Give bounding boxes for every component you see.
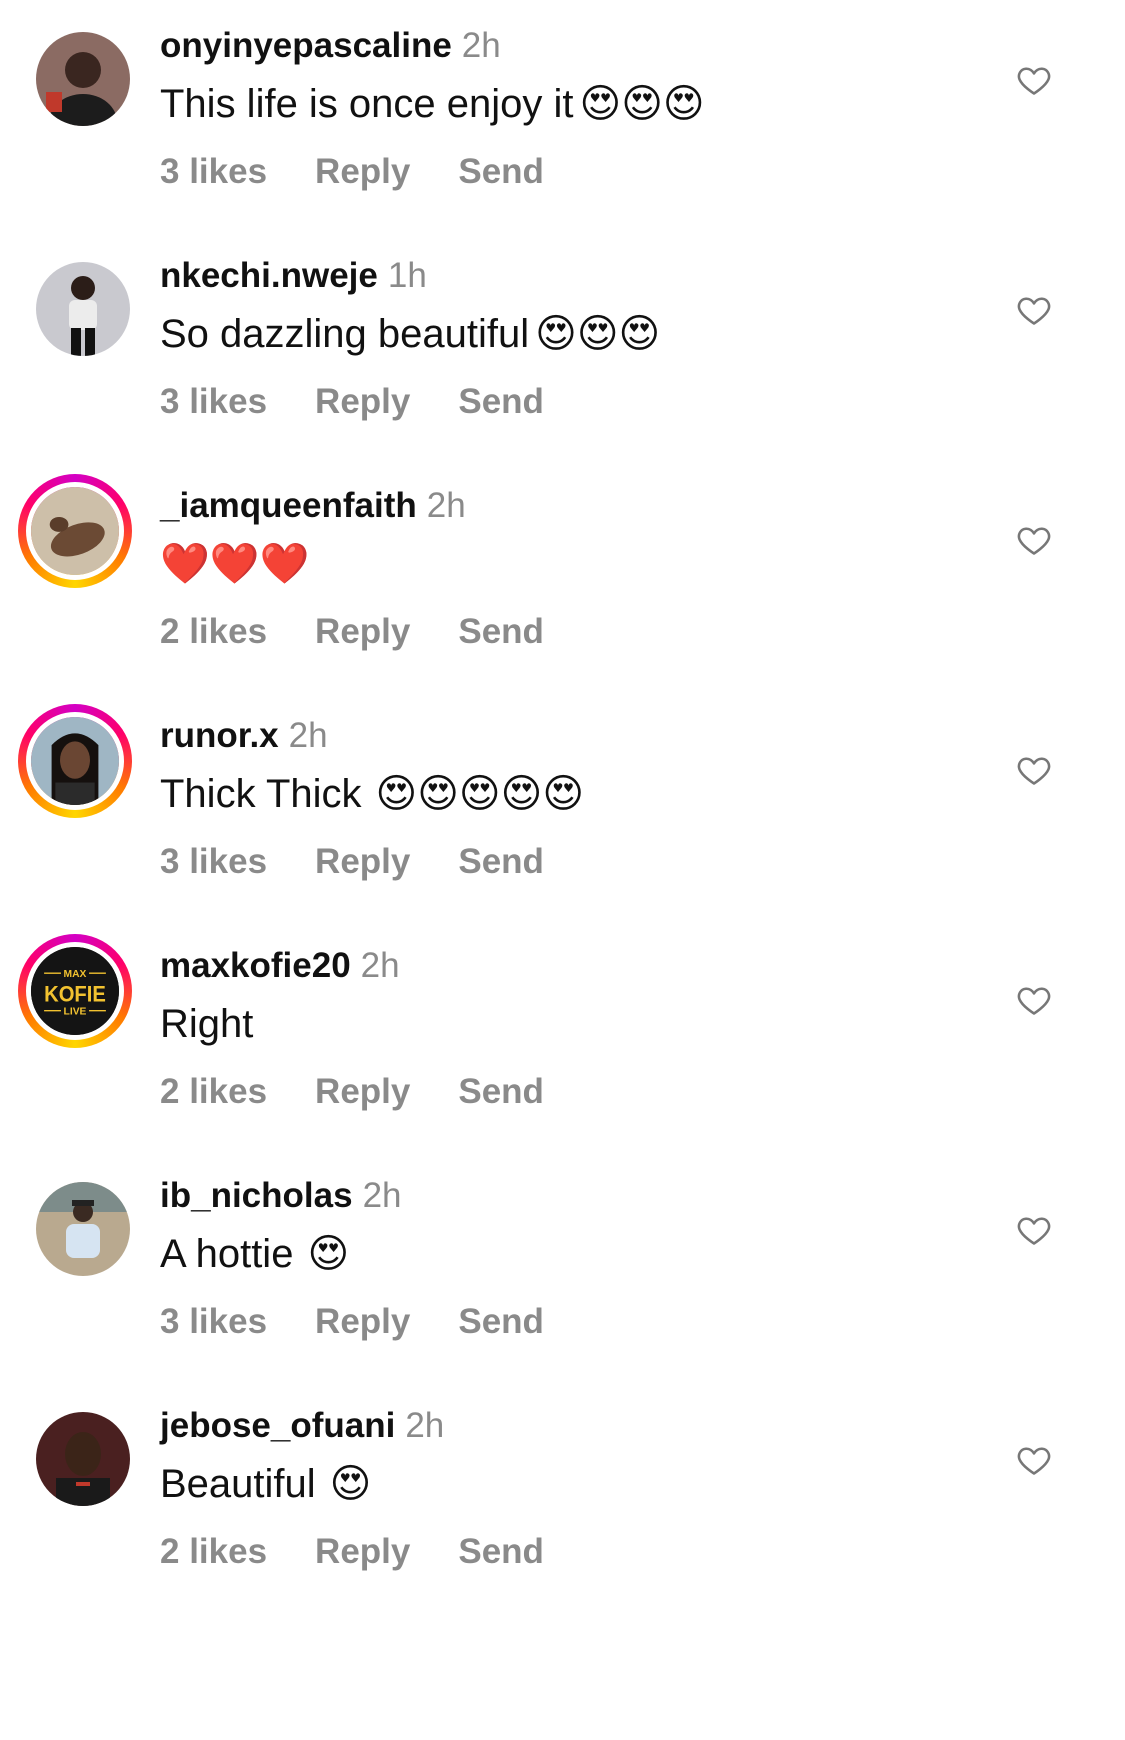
send-button[interactable]: Send <box>458 1070 544 1114</box>
comment-header: onyinyepascaline 2h <box>160 24 501 68</box>
comment-header: nkechi.nweje 1h <box>160 254 427 298</box>
avatar-image <box>36 1182 130 1276</box>
comment-emoji: 😍😍😍 <box>579 81 705 127</box>
comment-actions: 2 likes Reply Send <box>160 610 592 654</box>
comment-actions: 3 likes Reply Send <box>160 840 592 884</box>
reply-button[interactable]: Reply <box>315 610 410 654</box>
comment-body: A hottie <box>160 1232 294 1276</box>
avatar-with-story-ring[interactable] <box>18 704 132 818</box>
username[interactable]: onyinyepascaline <box>160 26 452 65</box>
comment-item: ib_nicholas 2h A hottie 😍 3 likes Reply Send <box>0 1150 1125 1380</box>
timestamp: 2h <box>288 716 328 755</box>
likes-count[interactable]: 3 likes <box>160 150 267 194</box>
comment-text: Beautiful 😍 <box>160 1458 371 1510</box>
avatar[interactable] <box>18 244 132 358</box>
timestamp: 2h <box>362 1176 402 1215</box>
comment-item: onyinyepascaline 2h This life is once enj… <box>0 0 1125 230</box>
comment-body: So dazzling beautiful <box>160 312 530 356</box>
avatar-image <box>26 482 124 580</box>
avatar-image <box>36 32 130 126</box>
likes-count[interactable]: 2 likes <box>160 1070 267 1114</box>
comment-item: runor.x 2h Thick Thick 😍😍😍😍😍 3 likes Reply S… <box>0 690 1125 920</box>
comment-actions: 2 likes Reply Send <box>160 1070 592 1114</box>
heart-outline-icon[interactable] <box>1016 1442 1052 1478</box>
avatar-image: MAX KOFIE LIVE <box>26 942 124 1040</box>
avatar-image <box>36 1412 130 1506</box>
avatar-with-story-ring[interactable]: MAX KOFIE LIVE <box>18 934 132 1048</box>
avatar-image <box>26 712 124 810</box>
comment-header: _iamqueenfaith 2h <box>160 484 466 528</box>
timestamp: 2h <box>405 1406 445 1445</box>
comment-item: _iamqueenfaith 2h ❤️❤️❤️ 2 likes Reply Send <box>0 460 1125 690</box>
username[interactable]: _iamqueenfaith <box>160 486 417 525</box>
username[interactable]: jebose_ofuani <box>160 1406 395 1445</box>
avatar[interactable] <box>18 14 132 128</box>
heart-outline-icon[interactable] <box>1016 522 1052 558</box>
username[interactable]: nkechi.nweje <box>160 256 378 295</box>
timestamp: 2h <box>461 26 501 65</box>
avatar-logo-kofie: KOFIE <box>44 981 106 1006</box>
reply-button[interactable]: Reply <box>315 1070 410 1114</box>
avatar-image <box>36 262 130 356</box>
timestamp: 2h <box>360 946 400 985</box>
avatar[interactable] <box>18 1394 132 1508</box>
reply-button[interactable]: Reply <box>315 840 410 884</box>
heart-outline-icon[interactable] <box>1016 292 1052 328</box>
comment-actions: 2 likes Reply Send <box>160 1530 592 1574</box>
comment-text: Right <box>160 998 253 1050</box>
reply-button[interactable]: Reply <box>315 150 410 194</box>
timestamp: 1h <box>387 256 427 295</box>
heart-outline-icon[interactable] <box>1016 1212 1052 1248</box>
likes-count[interactable]: 3 likes <box>160 1300 267 1344</box>
comment-text: Thick Thick 😍😍😍😍😍 <box>160 768 584 820</box>
heart-outline-icon[interactable] <box>1016 62 1052 98</box>
likes-count[interactable]: 2 likes <box>160 1530 267 1574</box>
likes-count[interactable]: 3 likes <box>160 840 267 884</box>
comment-body: Right <box>160 1002 254 1046</box>
send-button[interactable]: Send <box>458 1300 544 1344</box>
comment-emoji: 😍 <box>329 1461 372 1507</box>
comment-actions: 3 likes Reply Send <box>160 1300 592 1344</box>
timestamp: 2h <box>426 486 466 525</box>
username[interactable]: ib_nicholas <box>160 1176 353 1215</box>
reply-button[interactable]: Reply <box>315 1530 410 1574</box>
avatar-logo-live: LIVE <box>64 1006 87 1017</box>
send-button[interactable]: Send <box>458 150 544 194</box>
comment-body: This life is once enjoy it <box>160 82 574 126</box>
send-button[interactable]: Send <box>458 380 544 424</box>
comment-actions: 3 likes Reply Send <box>160 380 592 424</box>
comment-body: Thick Thick <box>160 772 362 816</box>
comment-item: jebose_ofuani 2h Beautiful 😍 2 likes Reply S… <box>0 1380 1125 1610</box>
comment-emoji: ❤️❤️❤️ <box>160 541 310 587</box>
likes-count[interactable]: 3 likes <box>160 380 267 424</box>
avatar-with-story-ring[interactable] <box>18 474 132 588</box>
comment-text: A hottie 😍 <box>160 1228 349 1280</box>
avatar[interactable] <box>18 1164 132 1278</box>
comment-item: MAX KOFIE LIVE maxkofie20 2h Right 2 like… <box>0 920 1125 1150</box>
reply-button[interactable]: Reply <box>315 1300 410 1344</box>
comment-actions: 3 likes Reply Send <box>160 150 592 194</box>
comment-emoji: 😍 <box>307 1231 350 1277</box>
comment-emoji: 😍😍😍😍😍 <box>375 771 585 817</box>
heart-outline-icon[interactable] <box>1016 982 1052 1018</box>
comment-item: nkechi.nweje 1h So dazzling beautiful 😍😍😍 … <box>0 230 1125 460</box>
send-button[interactable]: Send <box>458 840 544 884</box>
reply-button[interactable]: Reply <box>315 380 410 424</box>
comment-text: ❤️❤️❤️ <box>160 538 309 590</box>
heart-outline-icon[interactable] <box>1016 752 1052 788</box>
comment-header: runor.x 2h <box>160 714 328 758</box>
comment-emoji: 😍😍😍 <box>535 311 661 357</box>
comment-header: ib_nicholas 2h <box>160 1174 402 1218</box>
avatar-logo-max: MAX <box>64 969 87 980</box>
likes-count[interactable]: 2 likes <box>160 610 267 654</box>
comment-header: maxkofie20 2h <box>160 944 400 988</box>
comment-text: This life is once enjoy it 😍😍😍 <box>160 78 705 130</box>
username[interactable]: maxkofie20 <box>160 946 351 985</box>
comment-text: So dazzling beautiful 😍😍😍 <box>160 308 660 360</box>
comment-body: Beautiful <box>160 1462 316 1506</box>
comment-header: jebose_ofuani 2h <box>160 1404 444 1448</box>
send-button[interactable]: Send <box>458 1530 544 1574</box>
send-button[interactable]: Send <box>458 610 544 654</box>
username[interactable]: runor.x <box>160 716 279 755</box>
